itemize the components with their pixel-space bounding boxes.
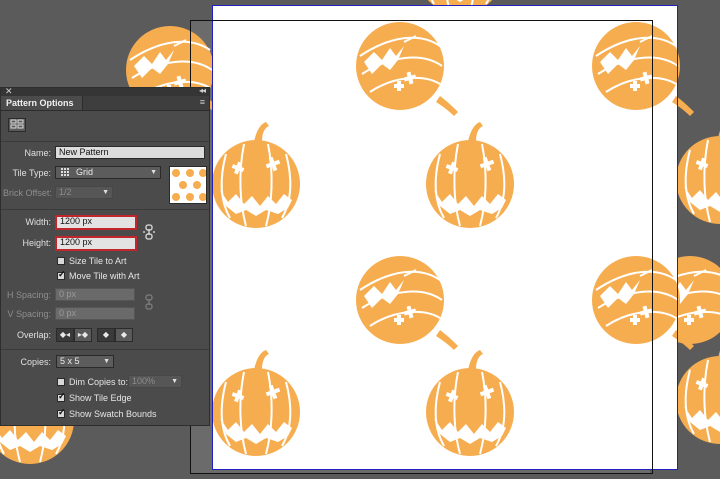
tile-type-label: Tile Type: [12, 168, 51, 178]
v-spacing-input[interactable]: 0 px [55, 307, 135, 320]
copies-select[interactable]: 5 x 5 ▼ [56, 355, 114, 368]
collapse-icon[interactable]: ◂◂ [199, 86, 206, 96]
width-input[interactable]: 1200 px [55, 215, 137, 230]
grid-icon [61, 167, 70, 179]
copies-label: Copies: [20, 357, 51, 367]
show-tile-edge-checkbox[interactable] [57, 391, 66, 402]
divider [1, 349, 209, 350]
name-label: Name: [24, 148, 51, 158]
divider [1, 209, 209, 210]
panel-menu-icon[interactable]: ≡ [200, 97, 205, 107]
dim-copies-value: 100% [132, 376, 156, 386]
link-spacing-icon[interactable] [142, 294, 156, 312]
height-label: Height: [22, 238, 51, 248]
copies-value: 5 x 5 [60, 356, 80, 366]
pattern-options-panel: ✕ ◂◂ Pattern Options ≡ Name: New Pattern… [0, 86, 210, 426]
overlap-bottom-icon: ◆ [120, 330, 128, 339]
name-input[interactable]: New Pattern [55, 146, 205, 159]
overlap-top-in-front-button[interactable]: ◆ [97, 328, 115, 342]
pattern-tile-tool-button[interactable] [8, 118, 26, 132]
overlap-left-in-front-button[interactable]: ◆◂ [56, 328, 74, 342]
show-tile-edge-label: Show Tile Edge [69, 393, 132, 403]
h-spacing-label: H Spacing: [6, 290, 51, 300]
move-tile-with-art-checkbox[interactable] [57, 269, 66, 280]
overlap-left-icon: ◆◂ [59, 330, 71, 339]
divider [1, 141, 209, 142]
width-label: Width: [25, 217, 51, 227]
brick-offset-select[interactable]: 1/2 ▼ [55, 186, 113, 199]
swatch-preview-thumbnail [169, 166, 207, 204]
overlap-right-in-front-button[interactable]: ▸◆ [74, 328, 92, 342]
overlap-bottom-in-front-button[interactable]: ◆ [115, 328, 133, 342]
overlap-label: Overlap: [16, 330, 51, 340]
show-swatch-bounds-checkbox[interactable] [57, 407, 66, 418]
panel-titlebar[interactable]: ✕ ◂◂ [1, 86, 209, 96]
overlap-top-icon: ◆ [102, 330, 110, 339]
panel-tab-row: Pattern Options ≡ [1, 96, 209, 111]
link-proportions-icon[interactable] [142, 224, 156, 242]
height-input[interactable]: 1200 px [55, 236, 137, 251]
dim-copies-label: Dim Copies to: [69, 377, 129, 387]
chevron-down-icon: ▼ [150, 169, 157, 176]
tile-type-select[interactable]: Grid ▼ [55, 166, 161, 179]
pattern-tile-tool-icon [10, 119, 24, 129]
chevron-down-icon: ▼ [102, 189, 109, 196]
v-spacing-label: V Spacing: [7, 309, 51, 319]
size-tile-to-art-checkbox[interactable] [57, 257, 65, 265]
brick-offset-value: 1/2 [59, 187, 72, 197]
chevron-down-icon: ▼ [171, 378, 178, 385]
close-icon[interactable]: ✕ [5, 86, 13, 96]
size-tile-to-art-label: Size Tile to Art [69, 256, 127, 266]
chevron-down-icon: ▼ [103, 358, 110, 365]
dim-copies-select[interactable]: 100% ▼ [128, 375, 182, 388]
move-tile-with-art-label: Move Tile with Art [69, 271, 140, 281]
tile-type-value: Grid [76, 167, 94, 177]
dim-copies-checkbox[interactable] [57, 378, 65, 386]
h-spacing-input[interactable]: 0 px [55, 288, 135, 301]
overlap-right-icon: ▸◆ [77, 330, 89, 339]
tab-pattern-options[interactable]: Pattern Options [1, 96, 83, 110]
show-swatch-bounds-label: Show Swatch Bounds [69, 409, 157, 419]
brick-offset-label: Brick Offset: [3, 188, 52, 198]
